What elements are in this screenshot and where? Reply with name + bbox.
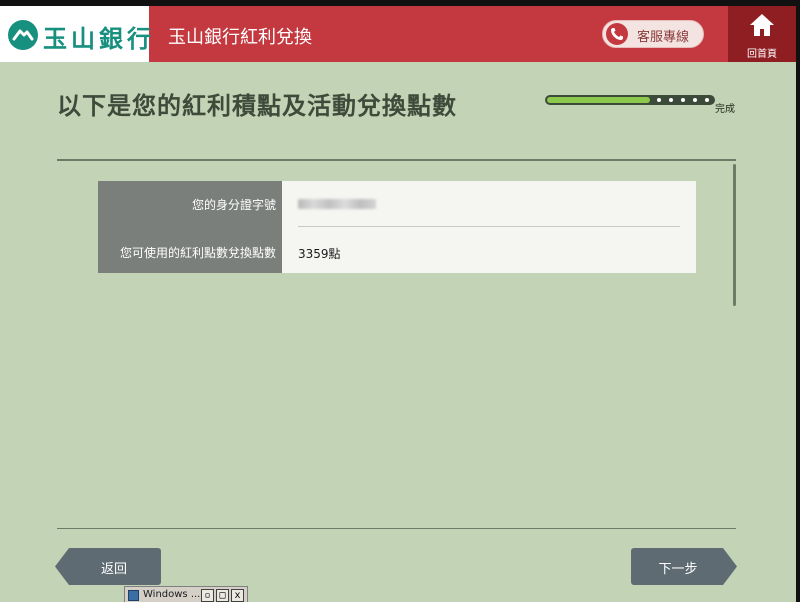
close-button[interactable]: x: [231, 589, 244, 602]
progress-step-dot: [705, 98, 709, 102]
divider: [57, 528, 736, 529]
progress-step-dot: [657, 98, 661, 102]
back-button-label: 返回: [100, 562, 127, 577]
points-label: 您可使用的紅利點數兌換點數: [119, 246, 276, 260]
phone-icon: [606, 23, 628, 45]
row-divider: [298, 226, 680, 227]
window-icon: [128, 590, 139, 601]
restore-button[interactable]: ▫: [201, 589, 214, 602]
progress-step-dot: [693, 98, 697, 102]
label-column: 您的身分證字號 您可使用的紅利點數兌換點數: [98, 181, 282, 273]
progress-fill: [547, 97, 650, 103]
step-progress-bar: [545, 95, 715, 105]
home-button[interactable]: 回首頁: [728, 6, 796, 62]
next-step-button[interactable]: 下一步: [631, 548, 737, 585]
bank-logo-text: 玉山銀行: [43, 25, 155, 53]
app-title: 玉山銀行紅利兌換: [168, 27, 312, 48]
minimized-window-taskbar[interactable]: Windows ... ▫ □ x: [124, 586, 248, 602]
app-window: 玉山銀行 玉山銀行紅利兌換 客服專線 回首頁 以下是您的紅利積點及活動兌換點數: [0, 0, 800, 602]
progress-complete-label: 完成: [715, 104, 735, 115]
home-icon: [749, 12, 775, 38]
masked-id-number: [298, 199, 376, 209]
header-bar: 玉山銀行 玉山銀行紅利兌換 客服專線 回首頁: [0, 6, 796, 62]
bank-logo[interactable]: 玉山銀行: [0, 6, 151, 62]
back-button[interactable]: 返回: [55, 548, 161, 585]
home-label: 回首頁: [747, 49, 777, 60]
customer-service-label: 客服專線: [637, 30, 690, 45]
progress-step-dot: [669, 98, 673, 102]
value-column: 3359點: [282, 181, 696, 273]
scrollbar[interactable]: [733, 164, 736, 306]
customer-service-button[interactable]: 客服專線: [602, 20, 704, 48]
mountain-logo-icon: [8, 20, 38, 50]
id-number-label: 您的身分證字號: [191, 198, 276, 212]
window-title: Windows ...: [143, 589, 201, 600]
progress-step-dot: [681, 98, 685, 102]
divider: [57, 159, 736, 161]
maximize-button[interactable]: □: [216, 589, 229, 602]
page-title: 以下是您的紅利積點及活動兌換點數: [57, 92, 457, 120]
next-step-button-label: 下一步: [658, 562, 698, 577]
points-info-table: 您的身分證字號 您可使用的紅利點數兌換點數 3359點: [98, 181, 696, 273]
points-value: 3359點: [298, 247, 341, 261]
